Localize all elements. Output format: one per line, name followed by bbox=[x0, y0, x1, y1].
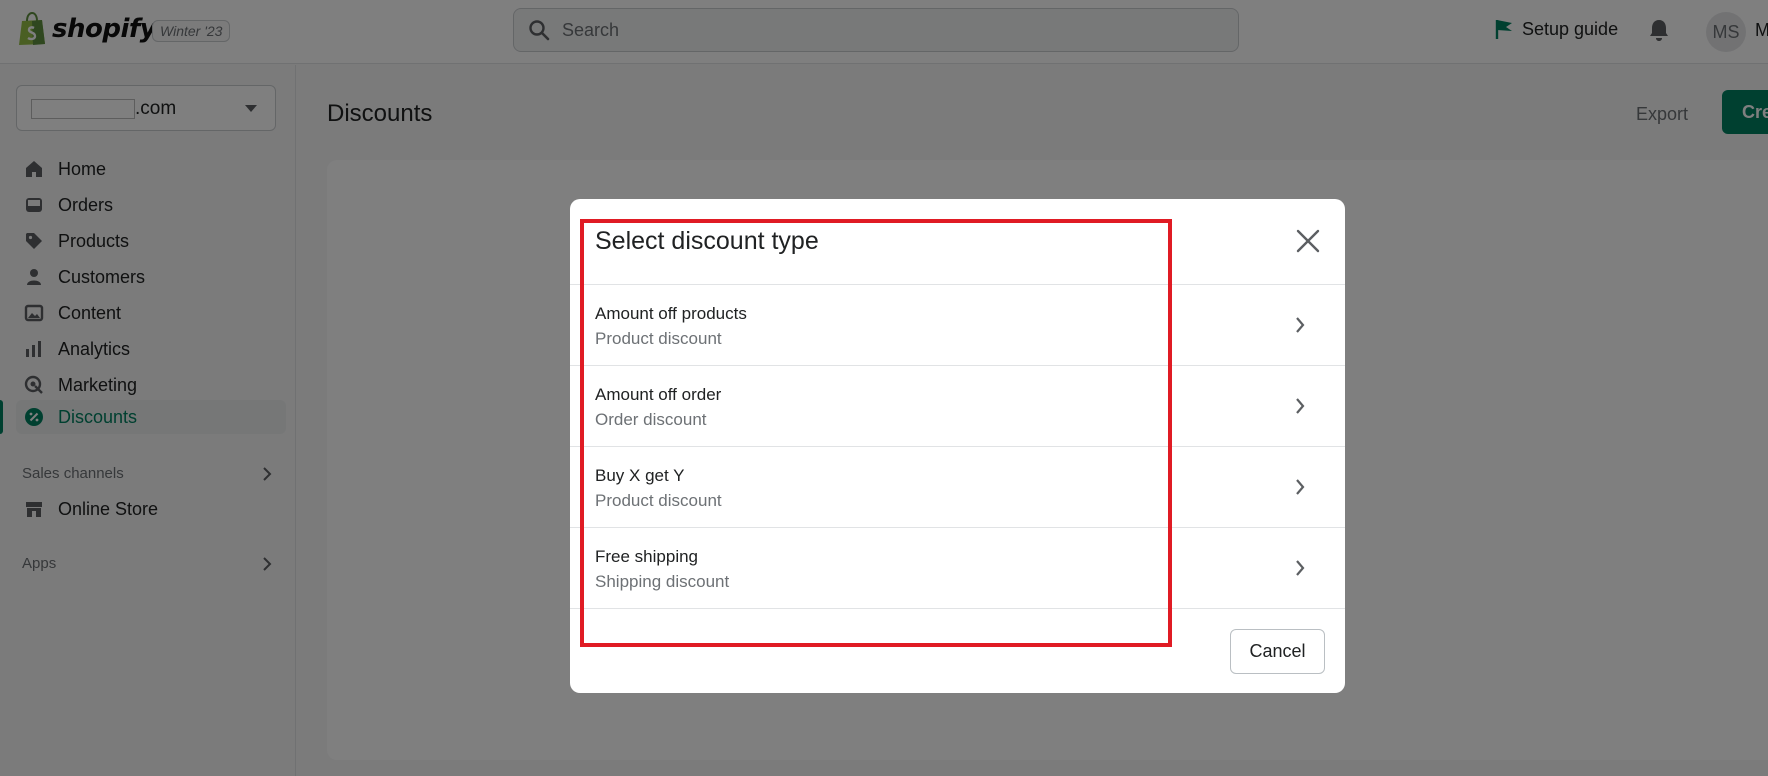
option-title: Free shipping bbox=[595, 547, 699, 566]
option-subtitle: Product discount bbox=[595, 491, 722, 510]
option-subtitle: Order discount bbox=[595, 410, 707, 429]
option-subtitle: Shipping discount bbox=[595, 572, 730, 591]
divider bbox=[570, 608, 1345, 609]
cancel-button[interactable]: Cancel bbox=[1230, 629, 1325, 674]
chevron-right-icon bbox=[1296, 560, 1305, 576]
option-title: Buy X get Y bbox=[595, 466, 685, 485]
option-title: Amount off order bbox=[595, 385, 722, 404]
option-free-shipping[interactable]: Free shipping Shipping discount bbox=[570, 528, 1345, 608]
option-amount-off-order[interactable]: Amount off order Order discount bbox=[570, 366, 1345, 446]
modal-title: Select discount type bbox=[595, 227, 819, 255]
select-discount-type-modal: Select discount type Amount off products… bbox=[570, 199, 1345, 693]
option-amount-off-products[interactable]: Amount off products Product discount bbox=[570, 285, 1345, 365]
chevron-right-icon bbox=[1296, 398, 1305, 414]
chevron-right-icon bbox=[1296, 479, 1305, 495]
option-subtitle: Product discount bbox=[595, 329, 722, 348]
option-title: Amount off products bbox=[595, 304, 747, 323]
chevron-right-icon bbox=[1296, 317, 1305, 333]
option-buy-x-get-y[interactable]: Buy X get Y Product discount bbox=[570, 447, 1345, 527]
close-icon[interactable] bbox=[1294, 227, 1322, 255]
